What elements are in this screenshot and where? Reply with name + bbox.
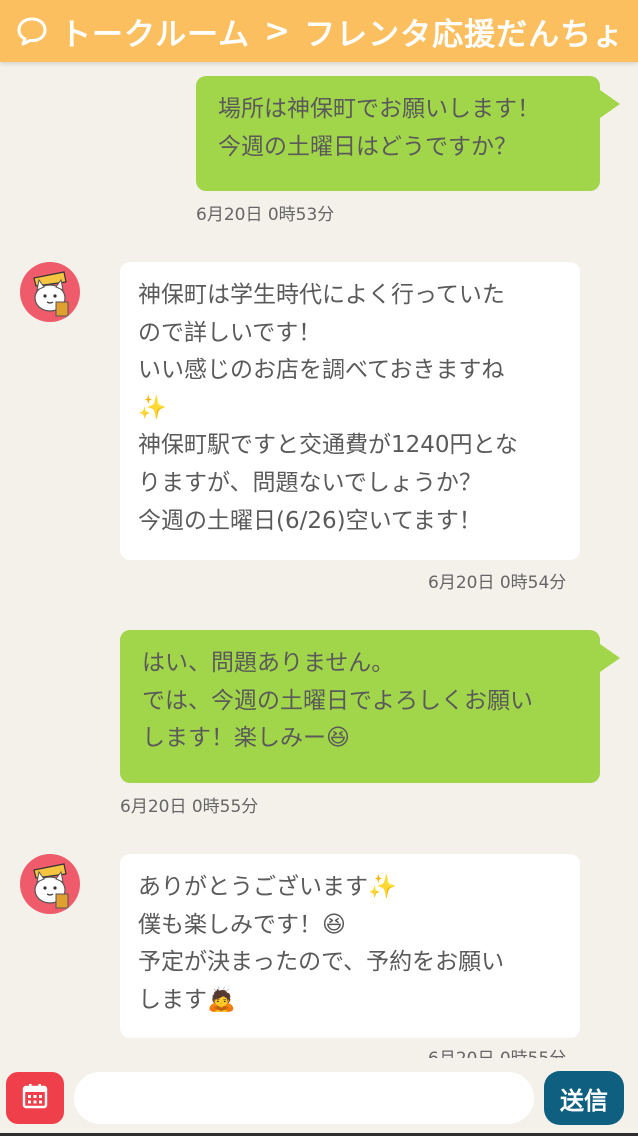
message-line: りますが、問題ないでしょうか？ xyxy=(138,469,482,496)
message-composer: 送信 xyxy=(0,1058,638,1136)
send-button[interactable]: 送信 xyxy=(544,1071,624,1125)
calendar-button[interactable] xyxy=(6,1072,64,1124)
message-line: はい、問題ありません。 xyxy=(142,650,395,676)
message-input[interactable] xyxy=(74,1072,534,1124)
message-line: ✨ xyxy=(138,394,167,421)
message-line: 場所は神保町でお願いします！ xyxy=(218,96,540,122)
avatar[interactable] xyxy=(20,262,80,322)
my-message-bubble: はい、問題ありません。 では、今週の土曜日でよろしくお願い します！楽しみー😆 xyxy=(120,630,620,783)
message-line: 今週の土曜日(6/26)空いてます！ xyxy=(138,507,482,534)
chat-bubble-icon xyxy=(16,14,50,48)
my-message-bubble: 場所は神保町でお願いします！ 今週の土曜日はどうですか？ xyxy=(196,76,620,191)
message-line: いい感じのお店を調べておきますね xyxy=(138,357,505,384)
partner-message-bubble: 神保町は学生時代によく行っていた ので詳しいです！ いい感じのお店を調べておきま… xyxy=(120,262,580,560)
partner-message-bubble: ありがとうございます✨ 僕も楽しみです！😆 予定が決まったので、予約をお願い し… xyxy=(120,854,580,1038)
message-line: します！楽しみー😆 xyxy=(142,725,350,752)
message-line: 神保町は学生時代によく行っていた xyxy=(138,282,505,308)
avatar[interactable] xyxy=(20,854,80,914)
message-list[interactable]: 場所は神保町でお願いします！ 今週の土曜日はどうですか？ 6月20日 0時53分… xyxy=(0,62,638,1058)
breadcrumb-separator: > xyxy=(264,13,291,49)
message-line: ので詳しいです！ xyxy=(138,319,322,346)
message-line: します🙇 xyxy=(138,986,236,1013)
calendar-icon xyxy=(21,1082,49,1114)
message-line: ありがとうございます✨ xyxy=(138,874,397,900)
message-line: 今週の土曜日はどうですか？ xyxy=(218,133,517,160)
message-line: 神保町駅ですと交通費が1240円とな xyxy=(138,432,518,459)
message-line: 予定が決まったので、予約をお願い xyxy=(138,949,505,976)
message-timestamp: 6月20日 0時55分 xyxy=(428,1044,566,1058)
partner-name: フレンタ応援だんちょ xyxy=(304,16,625,53)
message-timestamp: 6月20日 0時53分 xyxy=(196,205,335,225)
message-line: では、今週の土曜日でよろしくお願い xyxy=(142,687,533,714)
message-timestamp: 6月20日 0時54分 xyxy=(428,573,567,593)
chat-header: トークルーム > フレンタ応援だんちょ xyxy=(0,0,638,62)
message-timestamp: 6月20日 0時55分 xyxy=(120,797,259,817)
room-label[interactable]: トークルーム xyxy=(60,9,250,54)
message-line: 僕も楽しみです！😆 xyxy=(138,911,346,938)
